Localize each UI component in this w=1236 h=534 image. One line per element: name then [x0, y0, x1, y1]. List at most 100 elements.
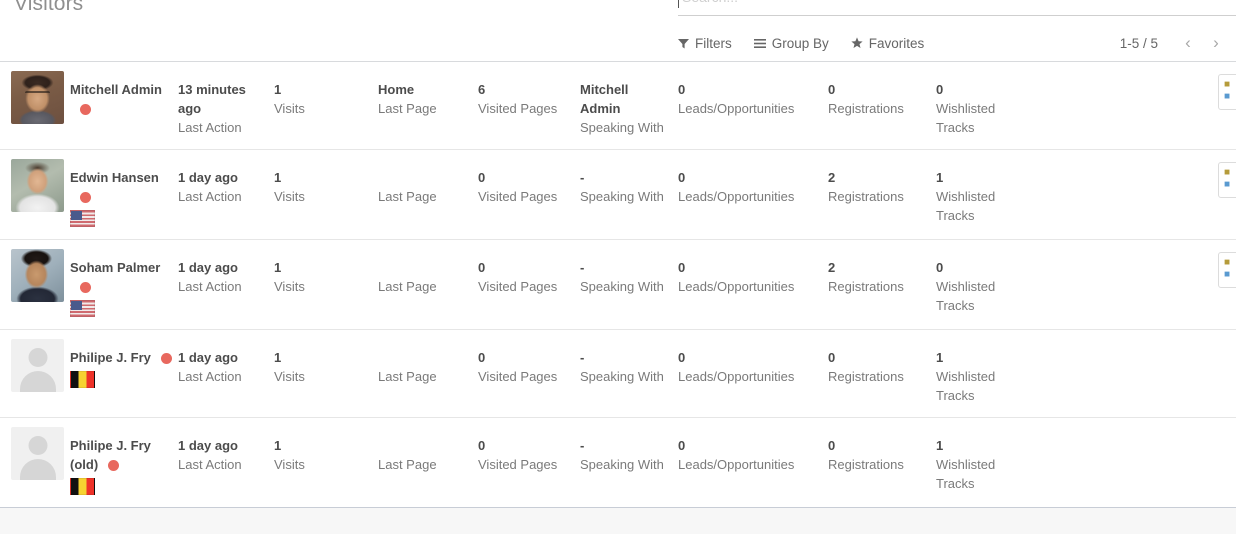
table-row[interactable]: Philipe J. Fry (old) 1 day ago Last Action… [0, 418, 1236, 507]
search-options-bar: Filters Group By Favorites [678, 30, 924, 56]
pager-count[interactable]: 1-5 / 5 [1120, 36, 1158, 51]
person-icon [28, 436, 47, 455]
visited-pages-cell: 0 Visited Pages [478, 240, 580, 308]
visited-pages-label: Visited Pages [478, 457, 558, 472]
visits-label: Visits [274, 189, 305, 204]
visits-label: Visits [274, 457, 305, 472]
last-page-label: Last Page [378, 369, 437, 384]
leads-opportunities-cell: 0 Leads/Opportunities [678, 330, 828, 398]
last-action-label: Last Action [178, 189, 242, 204]
speaking-with-value: - [580, 260, 585, 275]
groupby-button[interactable]: Group By [753, 35, 829, 51]
leads-opportunities-label: Leads/Opportunities [678, 457, 795, 472]
registrations-value: 0 [828, 350, 836, 365]
leads-opportunities-value: 0 [678, 82, 686, 97]
avatar [11, 159, 64, 212]
registrations-cell: 2 Registrations [828, 150, 936, 218]
visits-value: 1 [274, 350, 282, 365]
visitor-name-line: Philipe J. Fry (old) [70, 436, 172, 474]
visits-value: 1 [274, 82, 282, 97]
last-page-value [378, 168, 470, 187]
visited-pages-cell: 0 Visited Pages [478, 418, 580, 486]
last-action-label: Last Action [178, 369, 242, 384]
groupby-label: Group By [771, 35, 829, 51]
leads-opportunities-label: Leads/Opportunities [678, 189, 795, 204]
wishlisted-tracks-value: 0 [936, 260, 944, 275]
visitor-name-cell: Edwin Hansen [70, 150, 178, 239]
visitor-name-line: Philipe J. Fry [70, 348, 172, 367]
visitor-name-line: Edwin Hansen [70, 168, 172, 206]
wishlisted-tracks-value: 1 [936, 170, 944, 185]
registrations-cell: 0 Registrations [828, 330, 936, 398]
visited-pages-value: 0 [478, 170, 486, 185]
visited-pages-value: 0 [478, 260, 486, 275]
avatar [11, 249, 64, 302]
last-page-label: Last Page [378, 101, 437, 116]
table-row[interactable]: Edwin Hansen 1 day ago Last Action 1 Visits L… [0, 150, 1236, 240]
visitor-name: Edwin Hansen [70, 170, 159, 185]
speaking-with-cell: - Speaking With [580, 240, 678, 308]
leads-opportunities-cell: 0 Leads/Opportunities [678, 240, 828, 308]
star-icon [851, 37, 863, 49]
last-page-value [378, 348, 470, 367]
avatar-cell [0, 418, 70, 489]
last-page-value: Home [378, 82, 415, 97]
visited-pages-label: Visited Pages [478, 279, 558, 294]
last-page-cell: Home Last Page [378, 62, 478, 130]
visitor-name: Mitchell Admin [70, 82, 162, 97]
person-icon-body [19, 459, 56, 480]
breadcrumb[interactable]: Visitors [14, 0, 83, 16]
speaking-with-cell: Mitchell Admin Speaking With [580, 62, 678, 149]
last-page-cell: Last Page [378, 150, 478, 218]
avatar-cell [0, 150, 70, 221]
status-dot-icon [108, 460, 120, 472]
wishlisted-tracks-label: Wishlisted Tracks [936, 189, 996, 223]
wishlisted-tracks-cell: 0 Wishlisted Tracks [936, 62, 1028, 149]
leads-opportunities-label: Leads/Opportunities [678, 101, 795, 116]
table-row[interactable]: Soham Palmer 1 day ago Last Action 1 Visits L… [0, 240, 1236, 330]
search-input[interactable]: Search... [678, 0, 1236, 16]
visitor-name: Soham Palmer [70, 260, 161, 275]
filters-button[interactable]: Filters [678, 36, 732, 51]
favorites-label: Favorites [868, 35, 925, 51]
visited-pages-label: Visited Pages [478, 369, 558, 384]
speaking-with-label: Speaking With [580, 120, 664, 135]
leads-opportunities-label: Leads/Opportunities [678, 279, 795, 294]
table-row[interactable]: Mitchell Admin 13 minutes ago Last Action 1… [0, 62, 1236, 150]
last-action-label: Last Action [178, 120, 242, 135]
search-caret [678, 0, 679, 8]
last-action-value: 1 day ago [178, 170, 238, 185]
row-action-button[interactable]: ■ ■ [1218, 162, 1236, 198]
table-row[interactable]: Philipe J. Fry 1 day ago Last Action 1 Visit… [0, 330, 1236, 418]
leads-opportunities-label: Leads/Opportunities [678, 369, 795, 384]
favorites-button[interactable]: Favorites [851, 35, 925, 51]
wishlisted-tracks-value: 1 [936, 438, 944, 453]
registrations-label: Registrations [828, 369, 904, 384]
status-dot-icon [80, 104, 91, 116]
speaking-with-label: Speaking With [580, 279, 664, 294]
visitor-name-cell: Mitchell Admin [70, 62, 178, 130]
pager-previous-icon[interactable]: ‹ [1176, 31, 1200, 55]
speaking-with-cell: - Speaking With [580, 330, 678, 398]
visits-cell: 1 Visits [274, 240, 378, 308]
chat-icon: ■ [1224, 91, 1231, 102]
person-icon [28, 348, 47, 367]
wishlisted-tracks-cell: 1 Wishlisted Tracks [936, 150, 1028, 237]
country-flag-icon [70, 210, 95, 227]
status-dot-icon [80, 282, 91, 294]
last-action-cell: 1 day ago Last Action [178, 150, 274, 218]
row-action-button[interactable]: ■ ■ [1218, 252, 1236, 288]
visitor-name: Philipe J. Fry [70, 350, 151, 365]
visitor-name-cell: Philipe J. Fry [70, 330, 178, 400]
row-action-button[interactable]: ■ ■ [1218, 74, 1236, 110]
visits-value: 1 [274, 260, 282, 275]
chat-icon: ■ [1224, 179, 1231, 190]
visits-cell: 1 Visits [274, 418, 378, 486]
visited-pages-value: 0 [478, 438, 486, 453]
registrations-label: Registrations [828, 457, 904, 472]
pager-next-icon[interactable]: › [1204, 31, 1228, 55]
speaking-with-value: - [580, 350, 585, 365]
avatar-cell [0, 330, 70, 401]
last-page-cell: Last Page [378, 418, 478, 486]
visited-pages-cell: 0 Visited Pages [478, 150, 580, 218]
